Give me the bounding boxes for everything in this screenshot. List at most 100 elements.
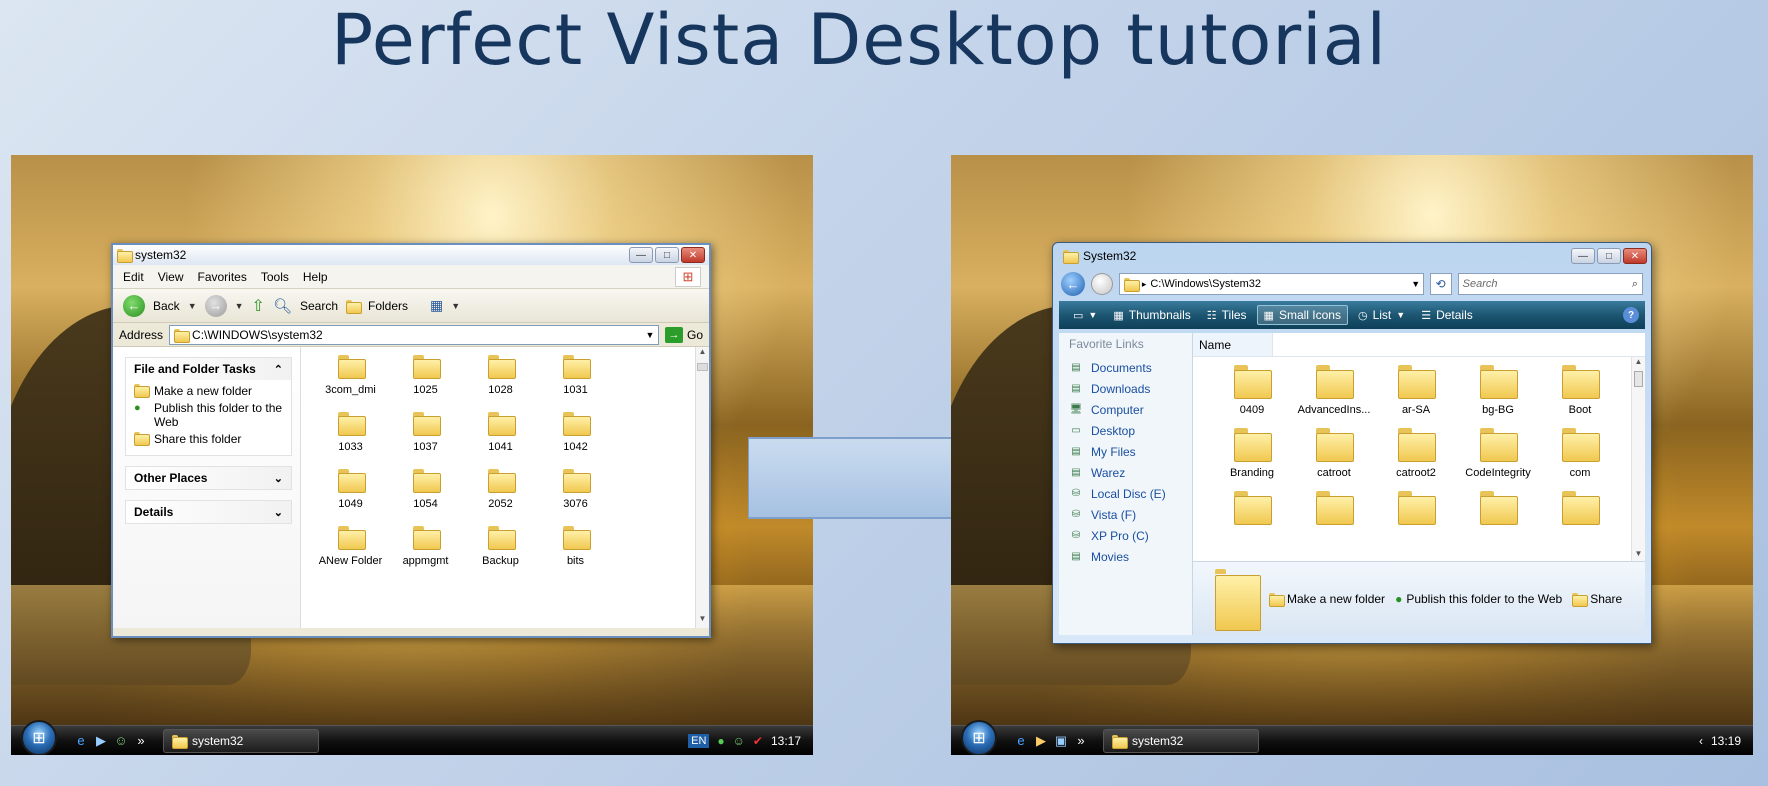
forward-button[interactable] — [1090, 273, 1113, 295]
taskbar-item-system32[interactable]: system32 — [163, 728, 319, 753]
favorite-link[interactable]: ⛁ Vista (F) — [1069, 504, 1192, 525]
file-item[interactable]: 1033 — [313, 412, 388, 453]
file-folder-tasks-header[interactable]: File and Folder Tasks ⌃ — [126, 358, 291, 380]
up-folder-icon[interactable]: ⇧ — [252, 296, 265, 316]
menu-tools[interactable]: Tools — [261, 270, 289, 284]
close-button[interactable]: ✕ — [681, 247, 705, 263]
list-dropdown-icon[interactable]: ▼ — [1396, 310, 1405, 320]
maximize-button[interactable]: □ — [1597, 248, 1621, 264]
maximize-button[interactable]: □ — [655, 247, 679, 263]
favorite-link[interactable]: ⛁ Local Disc (E) — [1069, 483, 1192, 504]
language-indicator[interactable]: EN — [688, 733, 710, 748]
scroll-up-icon[interactable]: ▲ — [696, 347, 709, 361]
organize-button[interactable]: ▭ ▼ — [1067, 307, 1103, 324]
file-item[interactable] — [1457, 491, 1539, 530]
vertical-scrollbar[interactable]: ▲ ▼ — [1631, 357, 1645, 561]
vertical-scrollbar[interactable]: ▲ ▼ — [695, 347, 709, 628]
scroll-thumb[interactable] — [697, 363, 708, 371]
scroll-down-icon[interactable]: ▼ — [1632, 549, 1645, 561]
favorite-link[interactable]: ▤ My Files — [1069, 441, 1192, 462]
file-item[interactable]: 3com_dmi — [313, 355, 388, 396]
file-item[interactable]: ANew Folder — [313, 526, 388, 567]
file-item[interactable] — [1539, 491, 1621, 530]
expand-icon[interactable]: ⌄ — [274, 506, 283, 519]
file-item[interactable]: 1028 — [463, 355, 538, 396]
favorite-link[interactable]: 🖥︎ Computer — [1069, 399, 1192, 420]
back-button[interactable]: ← — [1061, 272, 1085, 296]
favorite-link[interactable]: ▭ Desktop — [1069, 420, 1192, 441]
folders-icon[interactable] — [346, 299, 363, 314]
task-make-new-folder[interactable]: Make a new folder — [134, 384, 283, 398]
help-icon[interactable]: ? — [1623, 307, 1639, 323]
taskbar-item-system32[interactable]: system32 — [1103, 728, 1259, 753]
scroll-down-icon[interactable]: ▼ — [696, 614, 709, 628]
back-arrow-icon[interactable]: ← — [123, 294, 145, 317]
file-item[interactable]: bits — [538, 526, 613, 567]
scroll-thumb[interactable] — [1634, 371, 1643, 387]
file-item[interactable]: 1041 — [463, 412, 538, 453]
forward-dropdown-icon[interactable]: ▼ — [235, 301, 244, 311]
file-item[interactable]: Backup — [463, 526, 538, 567]
tray-expand-icon[interactable]: ‹ — [1699, 734, 1703, 748]
search-button[interactable]: Search — [300, 299, 338, 313]
address-dropdown-icon[interactable]: ▼ — [1409, 279, 1423, 289]
file-item[interactable]: catroot2 — [1375, 428, 1457, 479]
ie-icon[interactable]: e — [73, 733, 89, 749]
ie-icon[interactable]: e — [1013, 733, 1029, 749]
messenger-icon[interactable]: ☺ — [113, 733, 129, 749]
file-item[interactable]: Branding — [1211, 428, 1293, 479]
view-details-button[interactable]: ☰ Details — [1415, 306, 1479, 324]
vista-title-bar[interactable]: System32 — □ ✕ — [1053, 243, 1651, 269]
file-item[interactable]: catroot — [1293, 428, 1375, 479]
xp-title-bar[interactable]: system32 — □ ✕ — [113, 245, 709, 265]
favorite-link[interactable]: ▤ Warez — [1069, 462, 1192, 483]
task-make-new-folder[interactable]: Make a new folder — [1269, 592, 1385, 607]
file-item[interactable]: 0409 — [1211, 365, 1293, 416]
tray-antivirus-icon[interactable]: ✔ — [753, 734, 763, 748]
column-header-name[interactable]: Name — [1193, 333, 1273, 356]
favorite-link[interactable]: ▤ Documents — [1069, 357, 1192, 378]
file-item[interactable]: 3076 — [538, 469, 613, 510]
collapse-icon[interactable]: ⌃ — [274, 363, 283, 376]
back-button[interactable]: Back — [153, 299, 180, 313]
back-dropdown-icon[interactable]: ▼ — [188, 301, 197, 311]
search-icon[interactable]: ⌕ — [1632, 278, 1642, 291]
menu-favorites[interactable]: Favorites — [197, 270, 246, 284]
menu-edit[interactable]: Edit — [123, 270, 144, 284]
view-small-icons-button[interactable]: ▦ Small Icons — [1256, 305, 1348, 325]
breadcrumb-arrow-icon[interactable]: ▸ — [1142, 279, 1147, 290]
file-item[interactable]: 1042 — [538, 412, 613, 453]
address-field[interactable]: ▸ C:\Windows\System32 ▼ — [1118, 273, 1424, 295]
file-item[interactable]: CodeIntegrity — [1457, 428, 1539, 479]
file-item[interactable]: 1037 — [388, 412, 463, 453]
search-input[interactable]: Search ⌕ — [1457, 273, 1643, 295]
file-item[interactable]: Boot — [1539, 365, 1621, 416]
forward-arrow-icon[interactable]: → — [204, 294, 227, 317]
more-icon[interactable]: » — [1073, 733, 1089, 749]
file-item[interactable] — [1211, 491, 1293, 530]
file-item[interactable] — [1293, 491, 1375, 530]
menu-view[interactable]: View — [158, 270, 184, 284]
favorite-link[interactable]: ▤ Movies — [1069, 546, 1192, 567]
tray-app-icon[interactable]: ● — [717, 734, 724, 748]
refresh-button[interactable]: ⟲ — [1429, 273, 1452, 295]
favorite-link[interactable]: ▤ Downloads — [1069, 378, 1192, 399]
minimize-button[interactable]: — — [1571, 248, 1595, 264]
close-button[interactable]: ✕ — [1623, 248, 1647, 264]
view-thumbnails-button[interactable]: ▦ Thumbnails — [1107, 306, 1196, 324]
file-item[interactable]: 1049 — [313, 469, 388, 510]
go-button[interactable]: → Go — [664, 326, 703, 343]
task-share-folder[interactable]: Share this folder — [134, 432, 283, 446]
view-list-button[interactable]: ◷ List ▼ — [1352, 306, 1411, 324]
view-tiles-button[interactable]: ☷ Tiles — [1201, 306, 1253, 324]
task-publish-web[interactable]: ● Publish this folder to the Web — [134, 401, 283, 429]
more-icon[interactable]: » — [133, 733, 149, 749]
search-icon[interactable]: 🔍︎ — [273, 297, 292, 315]
file-item[interactable]: ar-SA — [1375, 365, 1457, 416]
menu-help[interactable]: Help — [303, 270, 328, 284]
task-publish-web[interactable]: ● Publish this folder to the Web — [1395, 592, 1562, 606]
minimize-button[interactable]: — — [629, 247, 653, 263]
folders-button[interactable]: Folders — [368, 299, 408, 313]
media-icon[interactable]: ▶ — [1033, 733, 1049, 749]
task-share[interactable]: Share — [1572, 592, 1622, 607]
